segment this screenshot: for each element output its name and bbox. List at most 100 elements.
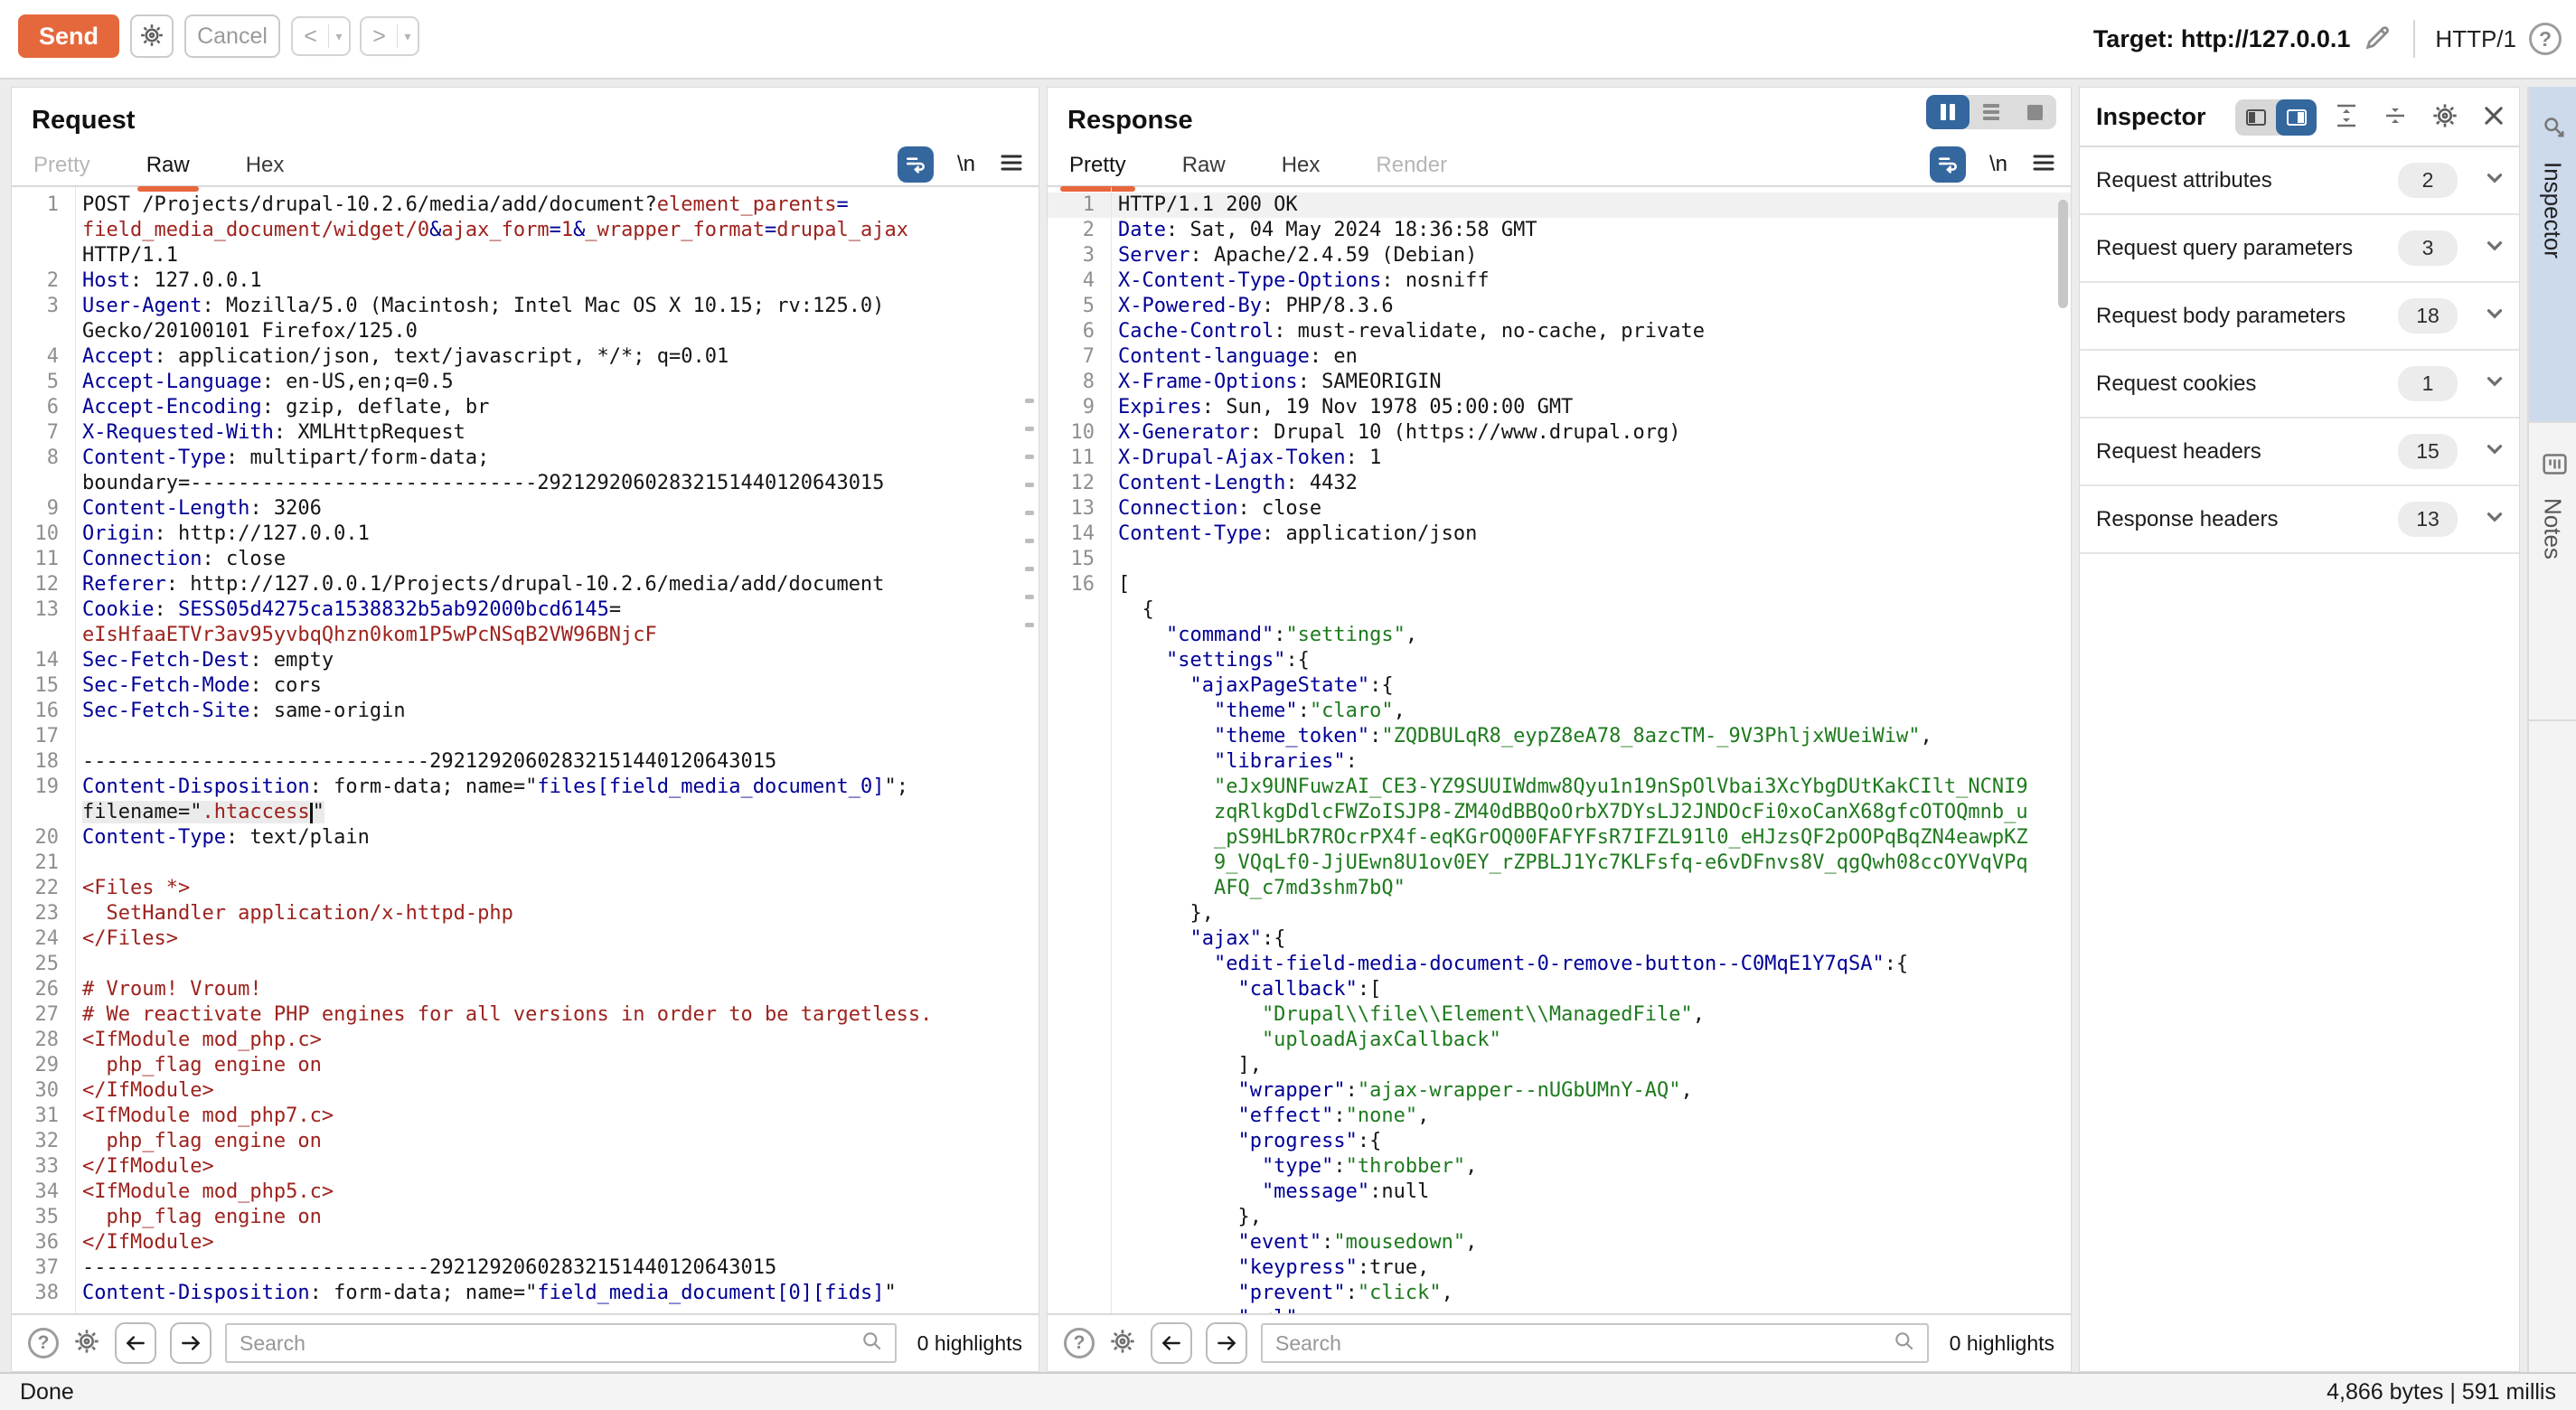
code-line[interactable]: 5Accept-Language: en-US,en;q=0.5 [12,370,1039,395]
code-line[interactable]: 15Sec-Fetch-Mode: cors [12,673,1039,699]
code-line[interactable]: "ajaxPageState":{ [1048,673,2071,699]
code-line[interactable]: }, [1048,901,2071,926]
code-line[interactable]: "keypress":true, [1048,1255,2071,1281]
search-prev-button[interactable] [115,1322,156,1364]
code-line[interactable]: 15 [1048,547,2071,572]
code-line[interactable]: 14Sec-Fetch-Dest: empty [12,648,1039,673]
show-newlines-toggle[interactable]: \n [957,152,975,177]
code-line[interactable]: boundary=-----------------------------29… [12,471,1039,496]
dock-tab-inspector[interactable]: Inspector [2529,87,2576,423]
code-line[interactable]: 9_VQqLf0-JjUEwn8U1ov0EY_rZPBLJ1Yc7KLFsfq… [1048,851,2071,876]
code-line[interactable]: 33</IfModule> [12,1154,1039,1180]
code-line[interactable]: 6Accept-Encoding: gzip, deflate, br [12,395,1039,420]
code-line[interactable]: 12Content-Length: 4432 [1048,471,2071,496]
code-line[interactable]: 3Server: Apache/2.4.59 (Debian) [1048,243,2071,268]
code-line[interactable]: 37-----------------------------292129206… [12,1255,1039,1281]
code-line[interactable]: 3User-Agent: Mozilla/5.0 (Macintosh; Int… [12,294,1039,319]
code-line[interactable]: 18-----------------------------292129206… [12,749,1039,775]
code-line[interactable]: 13Connection: close [1048,496,2071,522]
code-line[interactable]: 21 [12,851,1039,876]
tab-response-hex[interactable]: Hex [1280,149,1322,182]
tab-request-hex[interactable]: Hex [244,149,287,182]
code-line[interactable]: 1HTTP/1.1 200 OK [1048,193,2071,218]
search-next-button[interactable] [1206,1322,1247,1364]
cancel-button[interactable]: Cancel [184,14,280,58]
back-button[interactable]: < ▾ [291,16,351,56]
editor-menu-icon[interactable] [2031,152,2056,178]
code-line[interactable]: 24</Files> [12,926,1039,952]
code-line[interactable]: 7X-Requested-With: XMLHttpRequest [12,420,1039,446]
code-line[interactable]: 1POST /Projects/drupal-10.2.6/media/add/… [12,193,1039,218]
code-line[interactable]: 7Content-language: en [1048,344,2071,370]
section-request-attributes[interactable]: Request attributes 2 [2080,147,2519,215]
code-line[interactable]: }, [1048,1205,2071,1230]
forward-dropdown-icon[interactable]: ▾ [398,29,418,44]
code-line[interactable]: 17 [12,724,1039,749]
code-line[interactable]: AFQ_c7md3shm7bQ" [1048,876,2071,901]
code-line[interactable]: 27# We reactivate PHP engines for all ve… [12,1002,1039,1028]
code-line[interactable]: ], [1048,1053,2071,1078]
request-scrollbar[interactable] [1025,399,1034,651]
code-line[interactable]: 8Content-Type: multipart/form-data; [12,446,1039,471]
code-line[interactable]: "command":"settings", [1048,623,2071,648]
tab-response-render[interactable]: Render [1374,149,1449,182]
code-line[interactable]: "url": [1048,1306,2071,1313]
code-line[interactable]: 8X-Frame-Options: SAMEORIGIN [1048,370,2071,395]
code-line[interactable]: "edit-field-media-document-0-remove-butt… [1048,952,2071,977]
forward-button[interactable]: > ▾ [360,16,419,56]
code-line[interactable]: "callback":[ [1048,977,2071,1002]
code-line[interactable]: "theme":"claro", [1048,699,2071,724]
code-line[interactable]: 14Content-Type: application/json [1048,522,2071,547]
code-line[interactable]: 29 php_flag engine on [12,1053,1039,1078]
code-line[interactable]: 4Accept: application/json, text/javascri… [12,344,1039,370]
code-line[interactable]: 11X-Drupal-Ajax-Token: 1 [1048,446,2071,471]
response-search-input[interactable] [1274,1330,1893,1357]
section-request-body-parameters[interactable]: Request body parameters 18 [2080,283,2519,351]
code-line[interactable]: 26# Vroum! Vroum! [12,977,1039,1002]
dock-tab-notes[interactable]: Notes [2529,423,2576,721]
request-editor[interactable]: 1POST /Projects/drupal-10.2.6/media/add/… [12,187,1039,1313]
code-line[interactable]: Gecko/20100101 Firefox/125.0 [12,319,1039,344]
code-line[interactable]: "libraries": [1048,749,2071,775]
tab-request-pretty[interactable]: Pretty [32,149,92,182]
layout-columns-button[interactable] [1926,95,1970,129]
code-line[interactable]: 31<IfModule mod_php7.c> [12,1104,1039,1129]
code-line[interactable]: HTTP/1.1 [12,243,1039,268]
help-icon[interactable]: ? [2529,23,2562,55]
code-line[interactable]: "Drupal\\file\\Element\\ManagedFile", [1048,1002,2071,1028]
search-next-button[interactable] [170,1322,212,1364]
code-line[interactable]: "wrapper":"ajax-wrapper--nUGbUMnY-AQ", [1048,1078,2071,1104]
search-settings-icon[interactable] [72,1327,101,1360]
code-line[interactable]: 11Connection: close [12,547,1039,572]
code-line[interactable]: "prevent":"click", [1048,1281,2071,1306]
send-button[interactable]: Send [18,14,119,58]
section-response-headers[interactable]: Response headers 13 [2080,486,2519,554]
code-line[interactable]: 4X-Content-Type-Options: nosniff [1048,268,2071,294]
code-line[interactable]: "event":"mousedown", [1048,1230,2071,1255]
section-request-query-parameters[interactable]: Request query parameters 3 [2080,215,2519,283]
code-line[interactable]: 5X-Powered-By: PHP/8.3.6 [1048,294,2071,319]
tab-request-raw[interactable]: Raw [145,149,192,182]
code-line[interactable]: { [1048,597,2071,623]
http-version-selector[interactable]: HTTP/1 [2435,25,2516,53]
request-search-input[interactable] [238,1330,860,1357]
code-line[interactable]: "theme_token":"ZQDBULqR8_eypZ8eA78_8azcT… [1048,724,2071,749]
code-line[interactable]: "eJx9UNFuwzAI_CE3-YZ9SUUIWdmw8Qyu1n19nSp… [1048,775,2071,800]
search-help-icon[interactable]: ? [28,1328,59,1358]
code-line[interactable]: zqRlkgDdlcFWZoISJP8-ZM40dBBQoOrbX7DYsLJ2… [1048,800,2071,825]
tab-response-pretty[interactable]: Pretty [1067,149,1128,182]
code-line[interactable]: "type":"throbber", [1048,1154,2071,1180]
word-wrap-toggle[interactable] [1930,146,1966,183]
code-line[interactable]: 34<IfModule mod_php5.c> [12,1180,1039,1205]
code-line[interactable]: 6Cache-Control: must-revalidate, no-cach… [1048,319,2071,344]
code-line[interactable]: 25 [12,952,1039,977]
edit-target-icon[interactable] [2363,22,2393,57]
code-line[interactable]: "uploadAjaxCallback" [1048,1028,2071,1053]
request-settings-button[interactable] [130,14,174,58]
editor-menu-icon[interactable] [999,152,1024,178]
search-settings-icon[interactable] [1108,1327,1137,1360]
tab-response-raw[interactable]: Raw [1180,149,1227,182]
code-line[interactable]: 2Host: 127.0.0.1 [12,268,1039,294]
code-line[interactable]: 32 php_flag engine on [12,1129,1039,1154]
code-line[interactable]: 10X-Generator: Drupal 10 (https://www.dr… [1048,420,2071,446]
